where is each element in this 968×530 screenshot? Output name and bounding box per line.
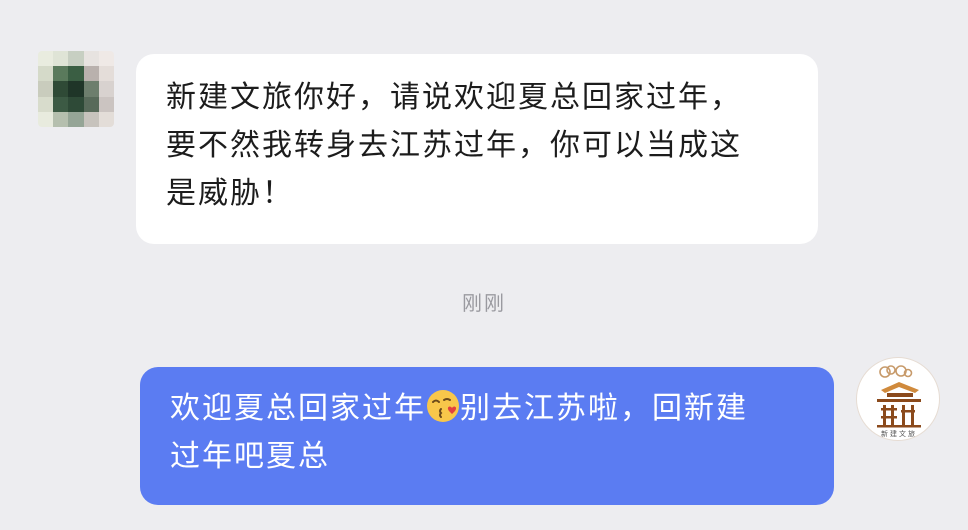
outgoing-text-before-emoji: 欢迎夏总回家过年 <box>170 391 426 426</box>
face-blowing-kiss-emoji-icon <box>427 390 459 422</box>
message-timestamp: 刚刚 <box>462 291 506 315</box>
incoming-message-line: 要不然我转身去江苏过年，你可以当成这 <box>166 128 742 163</box>
logo-caption: 新建文旅 <box>881 430 917 438</box>
self-avatar[interactable]: 新建文旅 <box>856 357 940 441</box>
outgoing-text-after-emoji: 别去江苏啦，回新建 <box>460 391 748 426</box>
sender-avatar[interactable] <box>38 51 114 127</box>
outgoing-message-line: 过年吧夏总 <box>170 439 330 474</box>
outgoing-message-line: 欢迎夏总回家过年 别去江苏啦，回新建 <box>170 385 804 433</box>
incoming-message-bubble[interactable]: 新建文旅你好，请说欢迎夏总回家过年， 要不然我转身去江苏过年，你可以当成这 是威… <box>136 54 818 244</box>
outgoing-message-bubble[interactable]: 欢迎夏总回家过年 别去江苏啦，回新建 过年吧夏总 <box>140 367 834 505</box>
incoming-message-line: 是威胁！ <box>166 176 294 211</box>
incoming-message-line: 新建文旅你好，请说欢迎夏总回家过年， <box>166 80 742 115</box>
